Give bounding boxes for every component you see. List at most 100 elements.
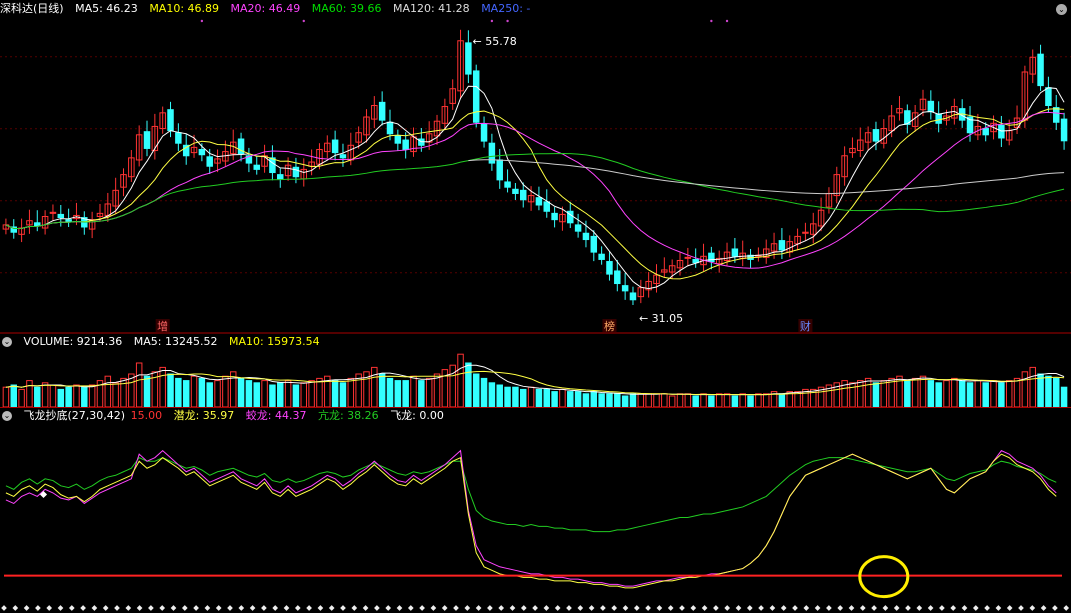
bottom-diamond [396,605,403,611]
kanglong-label: 亢龙: 38.26 [317,409,379,422]
bottom-diamond [871,605,877,611]
event-marker: 增 [157,319,168,333]
volume-bar-down [504,386,511,408]
volume-bar-down [543,388,551,408]
volume-bar-down [277,382,284,408]
volume-bar-up [316,377,323,408]
volume-bar-up [668,395,676,408]
qianlong-line [5,453,1057,589]
signal-dot [710,19,713,23]
bottom-diamond [667,605,674,611]
volume-bar-down [488,382,496,408]
bottom-diamond [882,605,889,611]
volume-bar-down [1045,375,1052,408]
bottom-diamond [769,605,776,611]
volume-bar-up [559,388,566,408]
volume-bar-up [347,377,355,408]
candle-down [65,219,72,223]
volume-bar-down [904,380,911,408]
volume-bar-down [692,395,699,408]
volume-bar-down [496,384,503,408]
bottom-diamond [690,605,697,611]
indicator-title[interactable]: 飞龙抄底(27,30,42) [24,409,126,422]
candle-down [472,70,480,123]
volume-bar-up [755,393,762,408]
candle-down [872,129,880,142]
candle-down [606,261,613,275]
candle-down [167,109,174,132]
candle-down [778,240,786,251]
feilong-label: 飞龙: 0.00 [390,409,444,422]
volume-bar-up [49,384,57,408]
volume-toggle-icon[interactable]: ⌄ [2,337,12,347]
signal-dot [490,19,494,23]
bottom-diamond [803,605,810,611]
bottom-diamond [487,605,493,611]
candle-down [57,213,65,219]
volume-bar-down [418,380,425,408]
jiaolong-label: 蛟龙: 44.37 [245,409,307,422]
event-marker: 榜 [604,319,615,333]
bottom-diamond [35,605,41,611]
bottom-diamond [509,605,516,611]
volume-bar-down [65,386,72,408]
candle-down [292,166,300,178]
panel-toggle-icon[interactable]: ⌄ [1056,4,1067,15]
candle-down [1037,53,1044,87]
volume-bar-up [18,388,25,408]
bottom-diamond [972,605,979,611]
bottom-diamond [1052,605,1058,611]
bottom-diamond [713,605,719,611]
volume-bar-down [708,395,715,408]
volume-chart[interactable] [0,350,1071,408]
bottom-diamond [633,605,640,611]
candle-down [206,156,213,167]
bottom-diamond [758,605,764,611]
stock-title[interactable]: 深科达(日线) [0,2,64,15]
bottom-diamond [780,605,787,611]
ma20-label: MA20: 46.49 [230,2,301,15]
volume-bar-up [739,393,746,408]
volume-bar-up [300,382,308,408]
candle-down [378,101,386,121]
volume-bar-up [527,386,535,408]
ma120-label: MA120: 41.28 [392,2,470,15]
bottom-diamond [724,605,731,611]
candle-down [394,135,402,144]
signal-diamond [39,490,48,499]
bottom-diamond [272,605,279,611]
candle-down [496,159,503,181]
indicator-chart[interactable] [0,424,1071,613]
volume-bar-up [433,373,441,408]
bottom-diamond [1,605,7,611]
candle-down [402,139,409,150]
ma250-label: MA250: - [481,2,531,15]
volume-bar-down [245,380,253,408]
candle-down [535,197,543,206]
indicator-toggle-icon[interactable]: ⌄ [2,411,12,421]
candle-down [512,188,519,194]
volume-bar-down [472,373,480,408]
volume-bar-down [629,393,637,408]
signal-dot [506,19,509,23]
bottom-diamond [611,605,618,611]
volume-bar-down [966,382,974,408]
volume-bar-down [386,377,394,408]
volume-bar-up [849,382,856,408]
volume-title: VOLUME: 9214.36 [23,335,123,348]
volume-bar-up [135,362,143,408]
volume-bar-up [88,384,96,408]
volume-bar-up [120,377,127,408]
bottom-diamond [498,605,505,611]
bottom-diamond [148,605,154,611]
bottom-diamond [80,605,86,611]
volume-bar-down [958,380,966,408]
signal-dot [302,19,305,23]
volume-bar-down [10,384,18,408]
bottom-diamond [407,605,414,611]
volume-bar-up [425,377,433,408]
price-chart[interactable]: ← 55.78 ← 31.05 增 榜 财 [0,16,1071,334]
volume-legend: ⌄ VOLUME: 9214.36 MA5: 13245.52 MA10: 15… [0,335,328,349]
signal-dot [200,19,204,23]
volume-bar-down [998,382,1005,408]
